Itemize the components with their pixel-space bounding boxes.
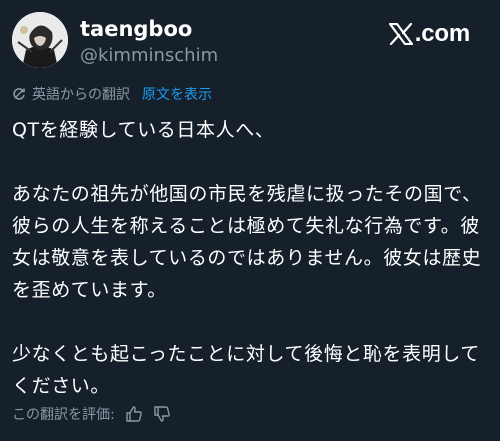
rate-translation-label: この翻訳を評価: — [12, 407, 115, 423]
thumbs-up-icon[interactable] — [125, 405, 143, 423]
avatar[interactable] — [12, 12, 68, 68]
rate-translation-bar: この翻訳を評価: — [12, 404, 171, 424]
tweet-card: taengboo @kimminschim .com 英語からの翻訳 原文を表示… — [0, 0, 500, 441]
user-info: taengboo @kimminschim — [80, 16, 218, 68]
tweet-header: taengboo @kimminschim .com — [12, 12, 488, 72]
brand-domain-text: .com — [414, 20, 470, 47]
x-logo-icon — [388, 23, 413, 45]
tweet-text: QTを経験している日本人へ、 あなたの祖先が他国の市民を残虐に扱ったその国で、彼… — [12, 119, 482, 397]
user-handle[interactable]: @kimminschim — [80, 44, 218, 68]
thumbs-down-icon[interactable] — [153, 405, 171, 423]
display-name[interactable]: taengboo — [80, 16, 218, 42]
translate-refresh-icon — [13, 88, 25, 100]
x-brand-logo[interactable]: .com — [388, 20, 470, 48]
avatar-image — [12, 12, 68, 68]
translation-bar: 英語からの翻訳 原文を表示 — [12, 84, 212, 104]
show-original-link[interactable]: 原文を表示 — [142, 84, 212, 104]
translation-label: 英語からの翻訳 — [32, 87, 130, 103]
